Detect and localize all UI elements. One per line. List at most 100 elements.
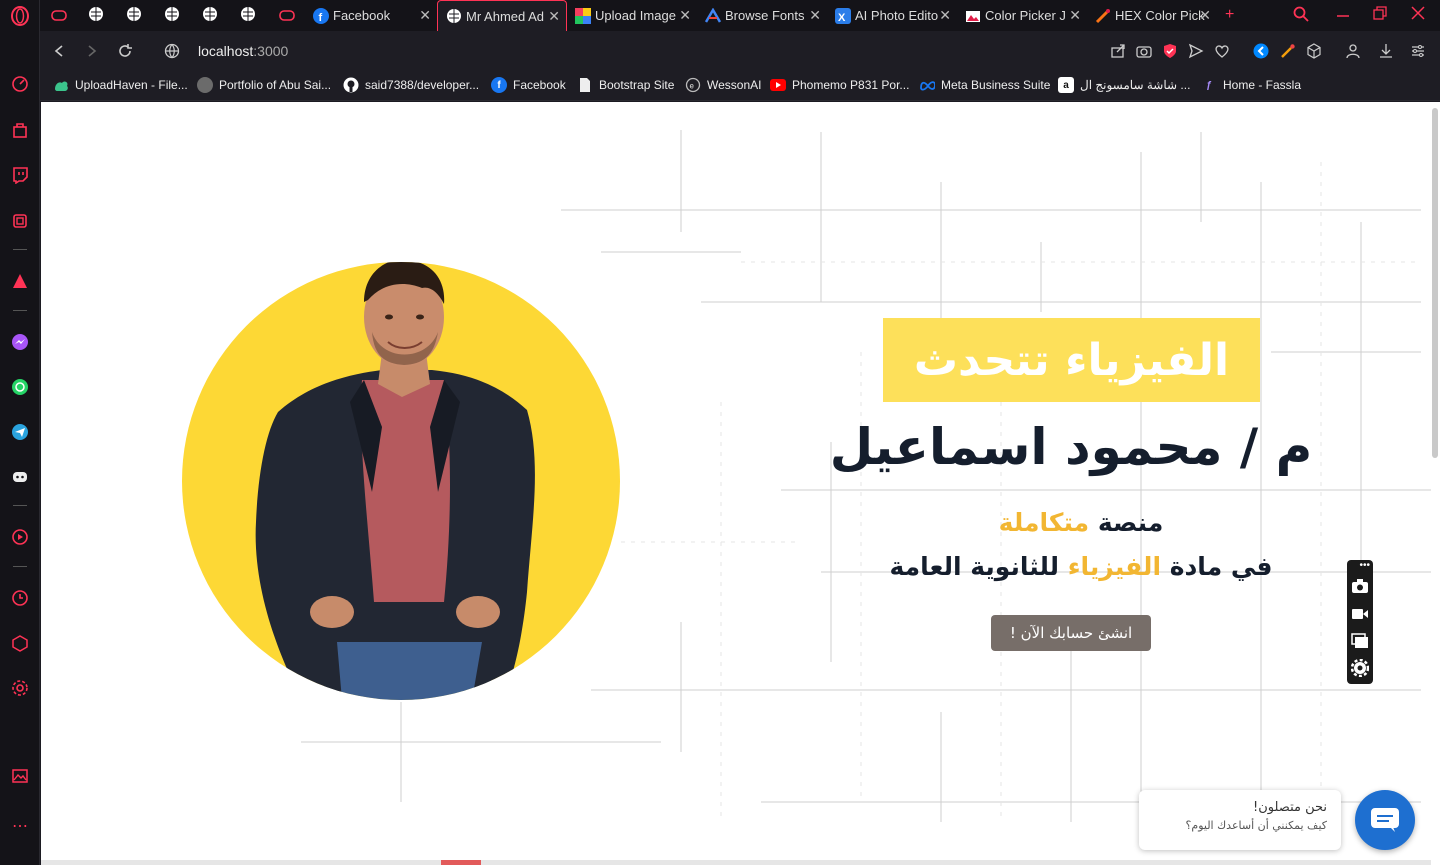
bookmark-facebook[interactable]: f Facebook xyxy=(491,77,566,93)
url-host: localhost xyxy=(198,43,254,59)
hero-line-2-accent: الفيزياء xyxy=(1067,552,1162,581)
create-account-button[interactable]: انشئ حسابك الآن ! xyxy=(991,615,1151,651)
address-input[interactable]: localhost:3000 xyxy=(198,43,288,59)
globe-tab-icon[interactable] xyxy=(240,6,258,24)
close-tab-icon[interactable]: ✕ xyxy=(809,8,821,22)
adblock-shield-icon[interactable] xyxy=(1161,42,1179,60)
vertical-scrollbar[interactable] xyxy=(1432,108,1438,458)
download-icon[interactable] xyxy=(1377,42,1395,60)
address-bar-row: localhost:3000 xyxy=(40,31,1440,71)
meta-icon xyxy=(919,77,935,93)
bookmark-label: Bootstrap Site xyxy=(599,78,675,92)
tab-active[interactable]: Mr Ahmed Ad ✕ xyxy=(437,0,567,31)
capture-settings-icon[interactable] xyxy=(1350,658,1370,678)
globe-tab-icon[interactable] xyxy=(164,6,182,24)
bookmark-phomemo[interactable]: Phomemo P831 Por... xyxy=(770,77,909,93)
settings-icon[interactable] xyxy=(10,678,30,698)
close-window-icon[interactable] xyxy=(1411,6,1425,25)
share-icon[interactable] xyxy=(1109,42,1127,60)
windows-icon[interactable] xyxy=(1350,631,1370,651)
send-icon[interactable] xyxy=(1187,42,1205,60)
close-tab-icon[interactable]: ✕ xyxy=(1069,8,1081,22)
site-info-icon[interactable] xyxy=(163,42,181,60)
reload-icon[interactable] xyxy=(116,42,134,60)
gallery-icon[interactable] xyxy=(10,766,30,786)
close-tab-icon[interactable]: ✕ xyxy=(548,9,560,23)
new-tab-icon[interactable]: + xyxy=(1225,6,1234,24)
bookmark-bootstrap[interactable]: Bootstrap Site xyxy=(577,77,674,93)
bookmark-label: Meta Business Suite xyxy=(941,78,1051,92)
aria-icon[interactable] xyxy=(10,271,30,291)
bookmark-meta[interactable]: Meta Business Suite xyxy=(919,77,1050,93)
facebook-icon: f xyxy=(313,7,329,24)
twitch-icon[interactable] xyxy=(10,165,30,185)
hero-line-2: في مادة الفيزياء للثانوية العامة xyxy=(831,552,1331,581)
gamepad-tab-icon[interactable] xyxy=(278,6,296,24)
bookmark-github[interactable]: said7388/developer... xyxy=(343,77,479,93)
profile-icon[interactable] xyxy=(1344,42,1362,60)
url-port: :3000 xyxy=(253,43,289,59)
restore-icon[interactable] xyxy=(1373,6,1387,25)
minimize-icon[interactable] xyxy=(1336,6,1350,27)
globe-tab-icon[interactable] xyxy=(88,6,106,24)
record-video-icon[interactable] xyxy=(1350,604,1370,624)
back-icon[interactable] xyxy=(50,42,68,60)
svg-text:e: e xyxy=(690,82,695,91)
tab-label: HEX Color Pick xyxy=(1115,8,1205,23)
tab-color-picker[interactable]: Color Picker J ✕ xyxy=(957,0,1087,31)
file-icon xyxy=(577,77,593,93)
cube-extension-icon[interactable] xyxy=(1305,42,1323,60)
screenshot-icon[interactable] xyxy=(1350,576,1370,596)
close-tab-icon[interactable]: ✕ xyxy=(1199,8,1211,22)
telegram-icon[interactable] xyxy=(10,422,30,442)
favorite-heart-icon[interactable] xyxy=(1213,42,1231,60)
tab-browse-fonts[interactable]: Browse Fonts ✕ xyxy=(697,0,827,31)
color-picker-extension-icon[interactable] xyxy=(1279,42,1297,60)
tab-label: Color Picker J xyxy=(985,8,1066,23)
tab-ai-photo-editor[interactable]: X AI Photo Edito ✕ xyxy=(827,0,957,31)
youtube-icon xyxy=(770,77,786,93)
snapshot-icon[interactable] xyxy=(1135,42,1153,60)
globe-icon xyxy=(446,8,462,24)
history-icon[interactable] xyxy=(10,588,30,608)
facebook-icon: f xyxy=(491,77,507,93)
horizontal-scroll-thumb[interactable] xyxy=(441,860,481,865)
close-tab-icon[interactable]: ✕ xyxy=(419,8,431,22)
shopping-icon[interactable] xyxy=(10,120,30,140)
chat-subtitle: كيف يمكنني أن أساعدك اليوم؟ xyxy=(1185,819,1327,832)
player-icon[interactable] xyxy=(10,527,30,547)
bookmark-wessonai[interactable]: e WessonAI xyxy=(685,77,761,93)
speed-dial-icon[interactable] xyxy=(10,74,30,94)
extensions-icon[interactable] xyxy=(10,633,30,653)
chat-open-button[interactable] xyxy=(1355,790,1415,850)
tab-facebook[interactable]: f Facebook ✕ xyxy=(305,0,437,31)
chat-greeting[interactable]: نحن متصلون! كيف يمكنني أن أساعدك اليوم؟ xyxy=(1139,790,1341,850)
bookmarks-bar: UploadHaven - File... Portfolio of Abu S… xyxy=(40,71,1440,101)
close-tab-icon[interactable]: ✕ xyxy=(679,8,691,22)
tab-search-icon[interactable] xyxy=(1293,6,1309,27)
messenger-icon[interactable] xyxy=(10,332,30,352)
bookmark-fassla[interactable]: ƒ Home - Fassla xyxy=(1201,77,1301,93)
horizontal-scrollbar[interactable] xyxy=(41,860,1431,865)
shazam-extension-icon[interactable] xyxy=(1252,42,1270,60)
opera-logo-icon[interactable] xyxy=(10,6,30,26)
toolbar-more-icon[interactable]: ••• xyxy=(1350,560,1370,571)
tab-hex-color-picker[interactable]: HEX Color Pick ✕ xyxy=(1087,0,1217,31)
bookmark-amazon[interactable]: a شاشة سامسونج ال ... xyxy=(1058,77,1190,93)
close-tab-icon[interactable]: ✕ xyxy=(939,8,951,22)
amazon-icon: a xyxy=(1058,77,1074,93)
discord-icon[interactable] xyxy=(10,467,30,487)
bookmark-uploadhaven[interactable]: UploadHaven - File... xyxy=(53,77,188,93)
more-icon[interactable]: ⋯ xyxy=(10,816,30,836)
globe-tab-icon[interactable] xyxy=(202,6,220,24)
hardware-icon[interactable] xyxy=(10,211,30,231)
globe-tab-icon[interactable] xyxy=(126,6,144,24)
gamepad-tab-icon[interactable] xyxy=(50,6,68,24)
easy-setup-icon[interactable] xyxy=(1409,42,1427,60)
chat-icon xyxy=(1371,808,1399,832)
bookmark-portfolio[interactable]: Portfolio of Abu Sai... xyxy=(197,77,331,93)
forward-icon[interactable] xyxy=(83,42,101,60)
tab-upload-image[interactable]: Upload Image ✕ xyxy=(567,0,697,31)
hero-line-1-accent: متكاملة xyxy=(998,508,1090,537)
whatsapp-icon[interactable] xyxy=(10,377,30,397)
